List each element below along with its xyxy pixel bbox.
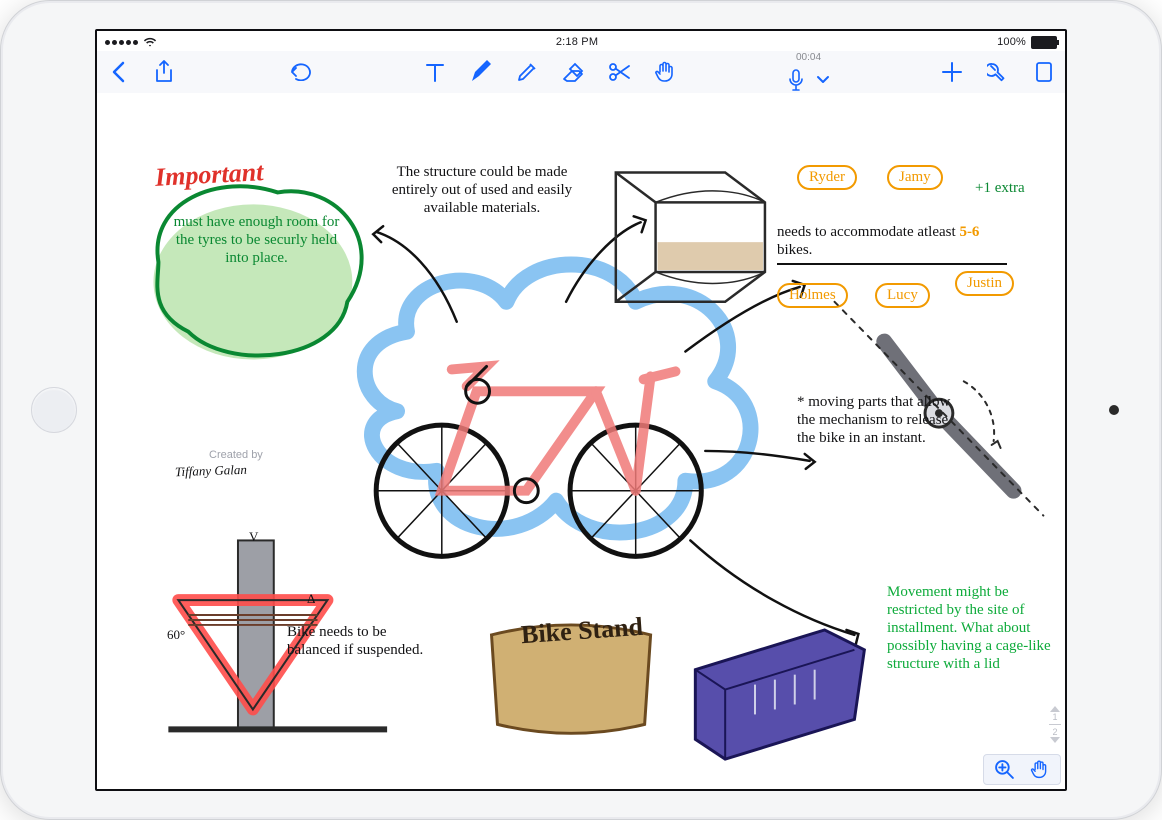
eraser-tool-button[interactable] bbox=[560, 59, 586, 85]
share-button[interactable] bbox=[151, 59, 177, 85]
structure-note: The structure could be made entirely out… bbox=[387, 163, 577, 217]
important-body: must have enough room for the tyres to b… bbox=[169, 213, 344, 267]
created-by-label: Created by bbox=[209, 449, 263, 462]
wifi-icon bbox=[143, 37, 157, 47]
back-button[interactable] bbox=[105, 59, 131, 85]
page-down-icon[interactable] bbox=[1050, 737, 1060, 743]
signature: Tiffany Galan bbox=[175, 462, 247, 480]
chevron-down-icon[interactable] bbox=[816, 75, 830, 85]
front-camera bbox=[1109, 405, 1119, 415]
moving-parts-note: * moving parts that allow the mechanism … bbox=[797, 393, 967, 447]
hand-tool-button[interactable] bbox=[652, 59, 678, 85]
ipad-device-frame: 2:18 PM 100% bbox=[0, 0, 1162, 820]
name-lucy: Lucy bbox=[875, 283, 930, 308]
name-holmes: Holmes bbox=[777, 283, 848, 308]
settings-button[interactable] bbox=[985, 59, 1011, 85]
battery-percent: 100% bbox=[997, 33, 1026, 51]
angle-label: 60° bbox=[167, 627, 185, 643]
statusbar-clock: 2:18 PM bbox=[556, 33, 598, 51]
accommodate-underline bbox=[777, 263, 1007, 265]
scissors-tool-button[interactable] bbox=[606, 59, 632, 85]
delta-label: Δ bbox=[307, 591, 315, 607]
add-button[interactable] bbox=[939, 59, 965, 85]
recording-control[interactable]: 00:04 bbox=[788, 53, 830, 91]
accommodate-count: 5-6 bbox=[959, 224, 979, 240]
home-button[interactable] bbox=[31, 387, 77, 433]
highlighter-tool-button[interactable] bbox=[514, 59, 540, 85]
pen-tool-button[interactable] bbox=[468, 59, 494, 85]
accommodate-suffix: bikes. bbox=[777, 242, 812, 258]
cellular-signal-icon bbox=[105, 40, 138, 45]
page-indicator[interactable]: 1 2 bbox=[1048, 706, 1062, 743]
recording-time: 00:04 bbox=[788, 53, 830, 63]
screen: 2:18 PM 100% bbox=[95, 29, 1067, 791]
app-toolbar: 00:04 bbox=[97, 51, 1065, 94]
name-justin: Justin bbox=[955, 271, 1014, 296]
status-bar: 2:18 PM 100% bbox=[97, 31, 1065, 51]
v-label: V bbox=[249, 529, 258, 545]
zoom-pan-bar[interactable] bbox=[983, 754, 1061, 785]
page-current: 1 bbox=[1052, 712, 1057, 722]
balance-note: Bike needs to be balanced if suspended. bbox=[287, 623, 437, 659]
undo-button[interactable] bbox=[287, 59, 313, 85]
pages-button[interactable] bbox=[1031, 59, 1057, 85]
important-title: Important bbox=[154, 156, 264, 193]
battery-icon bbox=[1031, 36, 1057, 49]
movement-note: Movement might be restricted by the site… bbox=[887, 583, 1067, 673]
text-tool-button[interactable] bbox=[422, 59, 448, 85]
page-total: 2 bbox=[1052, 727, 1057, 737]
zoom-in-icon[interactable] bbox=[994, 759, 1015, 780]
note-canvas[interactable]: Important must have enough room for the … bbox=[97, 93, 1065, 789]
extra-label: +1 extra bbox=[975, 179, 1025, 197]
accommodate-prefix: needs to accommodate atleast bbox=[777, 224, 959, 240]
microphone-icon bbox=[788, 69, 804, 91]
pan-hand-icon[interactable] bbox=[1029, 759, 1050, 780]
name-ryder: Ryder bbox=[797, 165, 857, 190]
accommodate-note: needs to accommodate atleast 5-6 bikes. bbox=[777, 223, 1007, 259]
name-jamy: Jamy bbox=[887, 165, 943, 190]
